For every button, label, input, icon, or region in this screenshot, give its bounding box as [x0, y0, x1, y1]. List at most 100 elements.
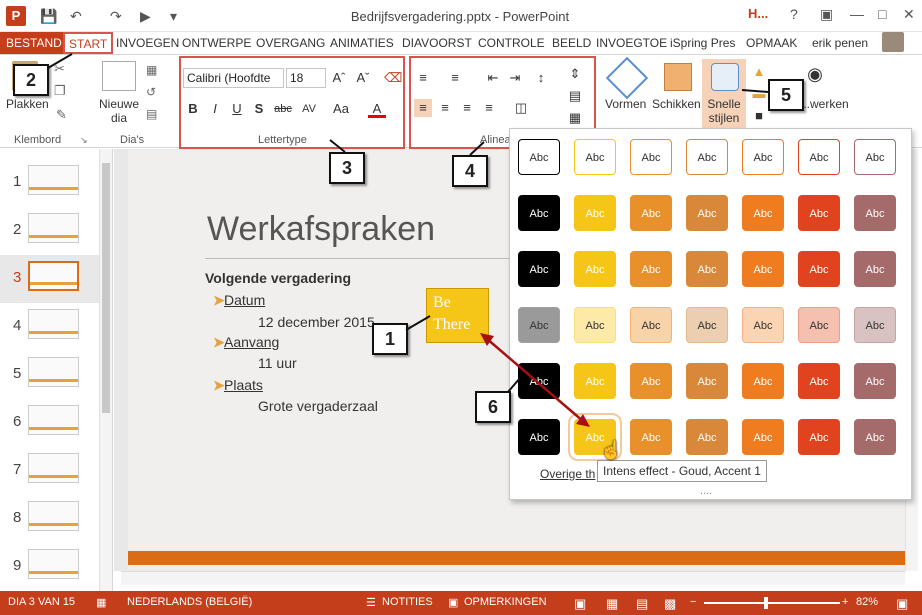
undo-icon[interactable]: ↶: [70, 8, 82, 25]
tab-animations[interactable]: ANIMATIES: [326, 35, 398, 54]
slide-thumbnail[interactable]: [28, 549, 79, 579]
thumbnail-row[interactable]: 4: [0, 303, 100, 351]
new-slide-icon[interactable]: [102, 61, 136, 91]
cut-icon[interactable]: ✂: [54, 61, 65, 77]
help-icon[interactable]: ?: [790, 6, 798, 22]
slide-thumbnail[interactable]: [28, 501, 79, 531]
style-swatch[interactable]: Abc: [630, 419, 672, 455]
thumbnail-row[interactable]: 5: [0, 351, 100, 399]
shapes-button[interactable]: Vormen: [605, 97, 646, 111]
arrange-button[interactable]: Schikken: [652, 97, 701, 111]
gallery-resize-grip[interactable]: ....: [700, 485, 712, 497]
language-status[interactable]: NEDERLANDS (BELGIË): [127, 596, 252, 608]
tab-slideshow[interactable]: DIAVOORST: [398, 35, 476, 54]
ribbon-display-icon[interactable]: ▣: [820, 6, 833, 23]
style-swatch[interactable]: Abc: [742, 139, 784, 175]
style-swatch[interactable]: Abc: [630, 251, 672, 287]
slide-subtitle[interactable]: Volgende vergadering: [205, 270, 351, 286]
reading-view-icon[interactable]: ▤: [636, 596, 648, 612]
style-swatch[interactable]: Abc: [742, 419, 784, 455]
tab-view[interactable]: BEELD: [548, 35, 595, 54]
layout-icon[interactable]: ▦: [146, 63, 157, 77]
user-name[interactable]: erik penen: [808, 35, 872, 54]
style-swatch[interactable]: Abc: [854, 195, 896, 231]
shapes-icon[interactable]: [605, 56, 649, 100]
style-swatch[interactable]: Abc: [686, 363, 728, 399]
thumbnails-scrollbar[interactable]: [99, 149, 112, 591]
style-swatch[interactable]: Abc: [630, 307, 672, 343]
style-swatch[interactable]: Abc: [518, 195, 560, 231]
comments-icon[interactable]: ▣: [448, 596, 458, 609]
thumbnail-row[interactable]: 3: [0, 255, 100, 303]
save-icon[interactable]: 💾: [40, 8, 57, 25]
slide-sorter-icon[interactable]: ▦: [606, 596, 618, 612]
slideshow-icon[interactable]: ▩: [664, 596, 676, 612]
style-swatch[interactable]: Abc: [518, 419, 560, 455]
customize-qat-icon[interactable]: ▾: [170, 8, 177, 25]
thumbnail-row[interactable]: 8: [0, 495, 100, 543]
style-swatch[interactable]: Abc: [518, 139, 560, 175]
tab-design[interactable]: ONTWERPE: [178, 35, 255, 54]
style-swatch[interactable]: Abc: [574, 363, 616, 399]
style-swatch[interactable]: Abc: [574, 139, 616, 175]
style-swatch[interactable]: Abc: [518, 307, 560, 343]
zoom-in-icon[interactable]: +: [842, 596, 848, 608]
style-swatch[interactable]: Abc: [686, 251, 728, 287]
tab-format[interactable]: OPMAAK: [742, 35, 801, 54]
shape-fill-icon[interactable]: ▲: [750, 63, 768, 81]
arrange-icon[interactable]: [664, 63, 692, 91]
quick-styles-button[interactable]: Snelle stijlen: [702, 97, 746, 125]
notes-button[interactable]: ☰: [366, 596, 376, 609]
style-swatch[interactable]: Abc: [798, 139, 840, 175]
tab-file[interactable]: BESTAND: [0, 32, 68, 54]
bullet-value[interactable]: 12 december 2015: [258, 314, 375, 330]
style-swatch[interactable]: Abc: [798, 363, 840, 399]
thumbnail-row[interactable]: 9: [0, 543, 100, 591]
style-swatch[interactable]: Abc: [518, 363, 560, 399]
style-swatch[interactable]: Abc: [854, 363, 896, 399]
style-swatch[interactable]: Abc: [574, 307, 616, 343]
be-there-shape[interactable]: Be There: [426, 288, 489, 343]
bullet-label[interactable]: Plaats: [224, 377, 263, 393]
thumbnail-row[interactable]: 1: [0, 159, 100, 207]
format-painter-icon[interactable]: ✎: [56, 107, 67, 123]
paste-button[interactable]: Plakken: [6, 97, 49, 111]
ribbon-context-tab[interactable]: H...: [748, 6, 768, 21]
horizontal-scrollbar[interactable]: [121, 571, 905, 585]
style-swatch[interactable]: Abc: [742, 307, 784, 343]
slide-thumbnail[interactable]: [28, 357, 79, 387]
zoom-slider-thumb[interactable]: [764, 597, 768, 609]
style-swatch[interactable]: Abc: [798, 419, 840, 455]
style-swatch[interactable]: Abc: [854, 139, 896, 175]
slide-thumbnail[interactable]: [28, 213, 79, 243]
style-swatch[interactable]: Abc: [630, 363, 672, 399]
shape-outline-icon[interactable]: ▬: [750, 85, 768, 103]
zoom-level[interactable]: 82%: [856, 596, 878, 608]
style-swatch[interactable]: Abc: [742, 363, 784, 399]
tab-review[interactable]: CONTROLE: [474, 35, 549, 54]
bullet-label[interactable]: Aanvang: [224, 334, 279, 350]
style-swatch[interactable]: Abc: [630, 195, 672, 231]
slide-thumbnail[interactable]: [28, 261, 79, 291]
presentation-icon[interactable]: ▶: [140, 8, 151, 25]
slide-thumbnail[interactable]: [28, 453, 79, 483]
clipboard-launcher-icon[interactable]: ↘: [80, 135, 88, 146]
tab-insert[interactable]: INVOEGEN: [112, 35, 183, 54]
thumbnail-row[interactable]: 7: [0, 447, 100, 495]
slide-title[interactable]: Werkafspraken: [207, 210, 435, 249]
bullet-value[interactable]: 11 uur: [258, 355, 297, 371]
style-swatch[interactable]: Abc: [854, 419, 896, 455]
section-icon[interactable]: ▤: [146, 107, 157, 121]
shape-effects-icon[interactable]: ■: [750, 107, 768, 125]
slide-thumbnail[interactable]: [28, 405, 79, 435]
style-swatch[interactable]: Abc: [630, 139, 672, 175]
bullet-label[interactable]: Datum: [224, 292, 265, 308]
copy-icon[interactable]: ❐: [54, 83, 66, 99]
tab-ispring[interactable]: iSpring Pres: [666, 35, 739, 54]
style-swatch[interactable]: Abc: [854, 251, 896, 287]
style-swatch[interactable]: Abc: [798, 251, 840, 287]
scrollbar-thumb[interactable]: [102, 163, 110, 413]
redo-icon[interactable]: ↷: [110, 8, 122, 25]
tab-start[interactable]: START: [63, 32, 114, 54]
minimize-icon[interactable]: —: [850, 6, 864, 22]
